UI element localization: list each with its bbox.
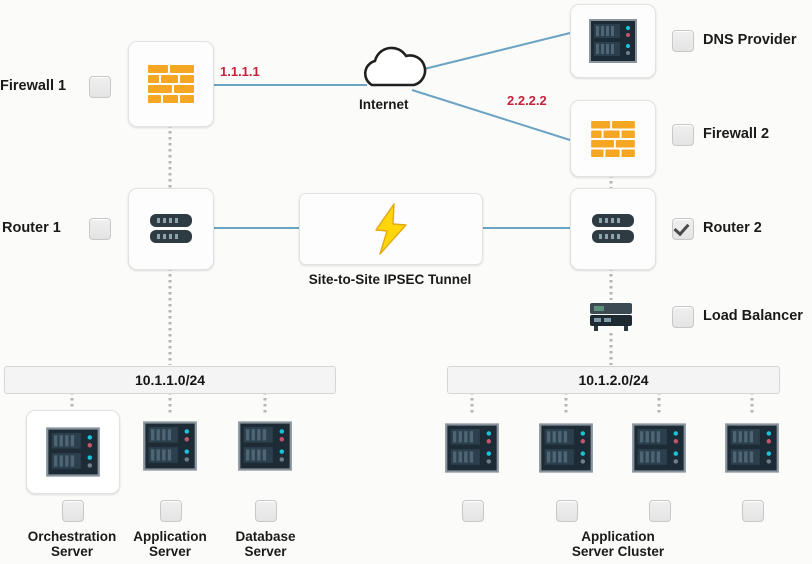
node-cluster-server-2[interactable] [538, 422, 594, 474]
caption-application-server-cluster: Application Server Cluster [571, 529, 665, 559]
server-rack-icon [589, 19, 637, 63]
node-database-server[interactable] [237, 420, 293, 472]
network-diagram-canvas: Firewall 1 1.1.1.1 Router 1 Internet Sit… [0, 0, 812, 564]
ip-label-firewall-1: 1.1.1.1 [220, 64, 260, 79]
node-orchestration-server[interactable] [26, 410, 120, 494]
server-rack-icon [632, 423, 686, 473]
node-router-2[interactable] [570, 188, 656, 270]
cloud-icon [363, 46, 427, 87]
caption-ipsec-tunnel: Site-to-Site IPSEC Tunnel [308, 272, 472, 287]
label-load-balancer: Load Balancer [703, 308, 803, 324]
checkbox-orchestration-server[interactable] [62, 500, 84, 522]
server-rack-icon [46, 427, 100, 477]
load-balancer-icon [590, 303, 632, 331]
label-firewall-2: Firewall 2 [703, 126, 770, 142]
checkbox-load-balancer[interactable] [672, 306, 694, 328]
server-rack-icon [725, 423, 779, 473]
label-router-2: Router 2 [703, 220, 762, 236]
caption-database-server: Database Server [235, 529, 296, 559]
checkbox-cluster-server-4[interactable] [742, 500, 764, 522]
node-cluster-server-1[interactable] [444, 422, 500, 474]
router-icon [150, 214, 192, 243]
caption-application-server: Application Server [133, 529, 207, 559]
node-load-balancer[interactable] [588, 300, 634, 333]
server-rack-icon [143, 421, 197, 471]
label-dns-provider: DNS Provider [703, 32, 797, 48]
node-cluster-server-4[interactable] [724, 422, 780, 474]
firewall-icon [148, 65, 194, 103]
subnet-bar-right: 10.1.2.0/24 [447, 366, 780, 394]
label-router-1: Router 1 [2, 220, 61, 236]
server-rack-icon [445, 423, 499, 473]
checkbox-database-server[interactable] [255, 500, 277, 522]
node-router-1[interactable] [128, 188, 214, 270]
node-dns-provider[interactable] [570, 4, 656, 78]
node-ipsec-tunnel[interactable] [299, 193, 483, 265]
lightning-bolt-icon [375, 203, 407, 255]
router-icon [592, 214, 634, 243]
label-internet: Internet [359, 97, 409, 112]
server-rack-icon [539, 423, 593, 473]
checkbox-application-server[interactable] [160, 500, 182, 522]
server-rack-icon [238, 421, 292, 471]
firewall-icon [591, 120, 635, 157]
checkbox-cluster-server-1[interactable] [462, 500, 484, 522]
checkbox-firewall-1[interactable] [89, 76, 111, 98]
node-firewall-1[interactable] [128, 41, 214, 127]
node-cluster-server-3[interactable] [631, 422, 687, 474]
checkbox-cluster-server-3[interactable] [649, 500, 671, 522]
node-application-server[interactable] [142, 420, 198, 472]
label-firewall-1: Firewall 1 [0, 78, 67, 94]
checkbox-router-1[interactable] [89, 218, 111, 240]
checkbox-cluster-server-2[interactable] [556, 500, 578, 522]
checkbox-dns-provider[interactable] [672, 30, 694, 52]
subnet-bar-left: 10.1.1.0/24 [4, 366, 336, 394]
checkbox-firewall-2[interactable] [672, 124, 694, 146]
ip-label-firewall-2: 2.2.2.2 [507, 93, 547, 108]
checkbox-router-2[interactable] [672, 218, 694, 240]
node-firewall-2[interactable] [570, 100, 656, 177]
